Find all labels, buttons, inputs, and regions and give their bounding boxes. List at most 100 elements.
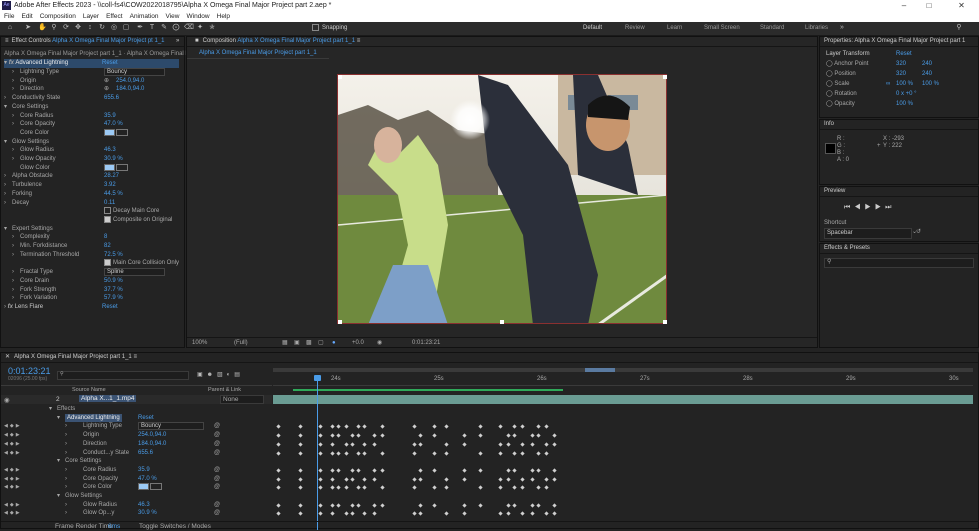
keyframe-marker[interactable] <box>512 424 517 430</box>
close-tab-icon[interactable]: ✕ <box>5 354 10 360</box>
maximize-icon[interactable]: □ <box>914 0 944 12</box>
stopwatch-icon[interactable]: ◯ <box>826 101 833 107</box>
keyframe-marker[interactable] <box>298 468 303 473</box>
keyframe-marker[interactable] <box>520 442 525 447</box>
keyframe-marker[interactable] <box>512 450 517 456</box>
keyframe-marker[interactable] <box>536 450 541 456</box>
keyframe-navigator[interactable]: ◀◆▶ <box>4 431 22 440</box>
color-swatch[interactable] <box>104 128 115 136</box>
keyframe-marker[interactable] <box>444 485 449 490</box>
effect-row-value[interactable]: 72.5 % <box>104 251 123 260</box>
keyframe-marker[interactable] <box>498 442 503 447</box>
keyframe-marker[interactable] <box>462 503 467 508</box>
keyframe-marker[interactable] <box>444 450 449 456</box>
keyframe-marker[interactable] <box>512 468 517 473</box>
rectangle-tool-icon[interactable]: ▢ <box>122 24 130 32</box>
keyframe-marker[interactable] <box>544 511 549 517</box>
transform-value-1[interactable]: 320 <box>896 60 906 69</box>
keyframe-marker[interactable] <box>318 503 323 508</box>
keyframe-navigator[interactable]: ◀◆▶ <box>4 501 22 510</box>
keyframe-marker[interactable] <box>462 476 467 482</box>
twirl-arrow-icon[interactable]: › <box>65 431 67 440</box>
twirl-arrow-icon[interactable]: › <box>12 146 14 155</box>
resolution-select[interactable]: (Full) <box>234 338 248 348</box>
twirl-arrow-icon[interactable]: › <box>12 268 14 277</box>
keyframe-marker[interactable] <box>330 503 335 508</box>
twirl-arrow-icon[interactable]: › <box>12 112 14 121</box>
menu-animation[interactable]: Animation <box>130 13 159 20</box>
eyedropper-icon[interactable] <box>150 483 162 491</box>
menu-composition[interactable]: Composition <box>40 13 76 20</box>
keyframe-marker[interactable] <box>350 468 355 473</box>
pickwhip-icon[interactable]: @ <box>214 449 220 458</box>
keyframe-marker[interactable] <box>318 468 323 473</box>
constrain-proportions-icon[interactable]: ∞ <box>886 80 890 89</box>
keyframe-marker[interactable] <box>344 511 349 517</box>
keyframe-marker[interactable] <box>330 468 335 473</box>
timeline-property-row[interactable]: ▾ Core Settings <box>1 457 272 466</box>
keyframe-marker[interactable] <box>520 511 525 517</box>
keyframe-marker[interactable] <box>536 468 541 473</box>
keyframe-marker[interactable] <box>544 450 549 456</box>
keyframe-marker[interactable] <box>344 424 349 430</box>
zoom-tool-icon[interactable]: ⚲ <box>50 24 58 32</box>
keyframe-marker[interactable] <box>380 450 385 456</box>
layer-row[interactable]: ◉ 2 Alpha X...1_1.mp4 None <box>1 395 272 404</box>
stopwatch-icon[interactable]: ◯ <box>826 81 833 87</box>
handle-tr[interactable] <box>663 75 667 79</box>
effect-row-value[interactable]: 37.7 % <box>104 286 123 295</box>
keyframe-marker[interactable] <box>418 468 423 473</box>
effect-row-value[interactable]: 35.9 <box>104 112 116 121</box>
keyframe-marker[interactable] <box>478 450 483 456</box>
keyframe-marker[interactable] <box>520 476 525 482</box>
timeline-property-row[interactable]: ◀◆▶ › Glow Radius 46.3 @ <box>1 501 272 510</box>
keyframe-marker[interactable] <box>512 485 517 490</box>
keyframe-marker[interactable] <box>298 511 303 517</box>
transform-value-1[interactable]: 0 x +0 ° <box>896 90 917 99</box>
menu-effect[interactable]: Effect <box>106 13 123 20</box>
checkbox-icon[interactable] <box>104 207 111 215</box>
menu-layer[interactable]: Layer <box>83 13 99 20</box>
effect-row-13[interactable]: › Turbulence 3.92 <box>4 181 179 190</box>
timeline-property-value[interactable]: 655.6 <box>138 449 153 458</box>
selection-tool-icon[interactable]: ➤ <box>24 24 32 32</box>
twirl-arrow-icon[interactable]: › <box>65 501 67 510</box>
keyframe-marker[interactable] <box>330 450 335 456</box>
effect-row-15[interactable]: › Decay 0.11 <box>4 199 179 208</box>
effect-row-value[interactable]: 46.3 <box>104 146 116 155</box>
effect-row-7[interactable]: Core Color <box>4 128 179 138</box>
playhead[interactable] <box>317 375 318 530</box>
keyframe-marker[interactable] <box>336 433 341 438</box>
keyframe-marker[interactable] <box>544 442 549 447</box>
expand-arrow-icon[interactable]: ▾ <box>4 60 7 66</box>
effect-controls-tab[interactable]: ≡ Effect Controls Alpha X Omega Final Maj… <box>1 37 184 47</box>
keyframe-marker[interactable] <box>318 442 323 447</box>
expand-arrow-icon[interactable]: ▾ <box>4 225 7 234</box>
visibility-icon[interactable]: ◉ <box>4 396 10 404</box>
keyframe-marker[interactable] <box>276 476 281 482</box>
channel-icon[interactable]: ● <box>332 338 336 348</box>
keyframe-marker[interactable] <box>536 433 541 438</box>
keyframe-marker[interactable] <box>350 503 355 508</box>
timeline-search-input[interactable]: ⚲ <box>57 371 189 380</box>
effect-row-10[interactable]: › Glow Opacity 30.9 % <box>4 155 179 164</box>
stopwatch-icon[interactable]: ◯ <box>826 71 833 77</box>
effects-search-input[interactable]: ⚲ <box>824 258 974 268</box>
clone-tool-icon[interactable]: ⨀ <box>172 24 180 32</box>
keyframe-marker[interactable] <box>330 476 335 482</box>
keyframe-marker[interactable] <box>512 503 517 508</box>
keyframe-marker[interactable] <box>552 433 557 438</box>
keyframe-marker[interactable] <box>536 424 541 430</box>
workspace-standard[interactable]: Standard <box>760 25 784 31</box>
keyframe-marker[interactable] <box>552 468 557 473</box>
keyframe-marker[interactable] <box>506 503 511 508</box>
twirl-arrow-icon[interactable]: › <box>12 77 14 86</box>
point-target-icon[interactable]: ⊕ <box>104 77 109 86</box>
pen-tool-icon[interactable]: ✒ <box>136 24 144 32</box>
keyframe-marker[interactable] <box>330 485 335 490</box>
keyframe-marker[interactable] <box>506 476 511 482</box>
keyframe-marker[interactable] <box>530 442 535 447</box>
handle-br[interactable] <box>663 320 667 324</box>
timeline-property-value[interactable]: 30.9 % <box>138 509 157 518</box>
effect-row-3[interactable]: › Conductivity State 655.6 <box>4 94 179 103</box>
